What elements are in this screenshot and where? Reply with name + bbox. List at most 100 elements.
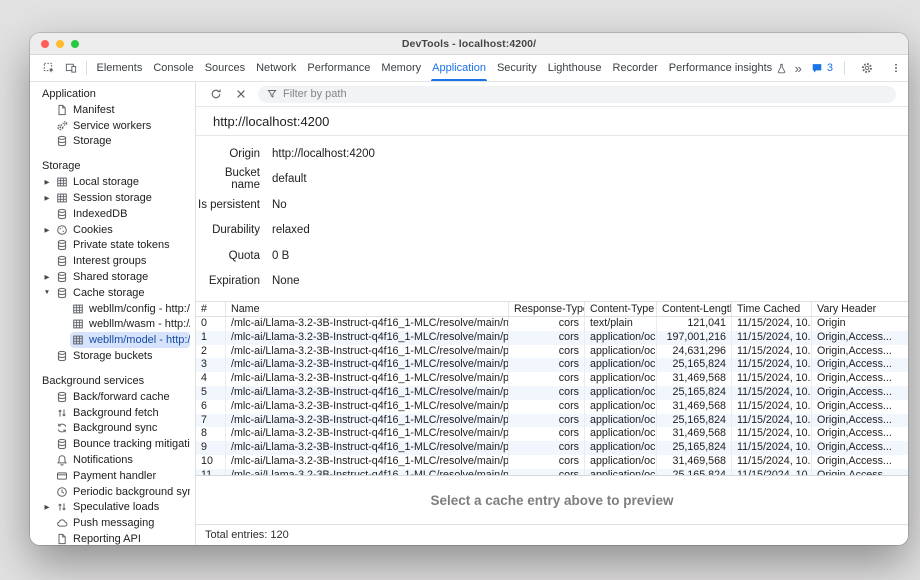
sidebar-item-periodic-background-sync[interactable]: Periodic background sync bbox=[54, 484, 190, 500]
sidebar-item-background-fetch[interactable]: Background fetch bbox=[54, 405, 190, 421]
sidebar-item-label: Cache storage bbox=[73, 287, 145, 299]
table-row[interactable]: 9/mlc-ai/Llama-3.2-3B-Instruct-q4f16_1-M… bbox=[196, 441, 908, 455]
titlebar: DevTools - localhost:4200/ bbox=[30, 33, 908, 55]
refresh-button[interactable] bbox=[208, 86, 224, 102]
settings-button[interactable] bbox=[856, 58, 878, 78]
chevron-right-icon[interactable]: ▶ bbox=[42, 194, 52, 202]
sidebar-item-cache-storage[interactable]: ▼Cache storage bbox=[54, 285, 190, 301]
cell-content-type: application/oc... bbox=[585, 345, 657, 359]
tab-memory[interactable]: Memory bbox=[376, 55, 427, 81]
sidebar-item-private-state-tokens[interactable]: Private state tokens bbox=[54, 238, 190, 254]
table-row[interactable]: 8/mlc-ai/Llama-3.2-3B-Instruct-q4f16_1-M… bbox=[196, 427, 908, 441]
tab-lighthouse[interactable]: Lighthouse bbox=[542, 55, 607, 81]
table-row[interactable]: 1/mlc-ai/Llama-3.2-3B-Instruct-q4f16_1-M… bbox=[196, 331, 908, 345]
sidebar-item-cookies[interactable]: ▶Cookies bbox=[54, 222, 190, 238]
sidebar-item-webllm-wasm-http-loca[interactable]: webllm/wasm - http://loca... bbox=[70, 317, 190, 333]
sidebar-item-storage-buckets[interactable]: Storage buckets bbox=[54, 348, 190, 364]
cell-name: /mlc-ai/Llama-3.2-3B-Instruct-q4f16_1-ML… bbox=[226, 455, 509, 469]
sidebar-item-webllm-config-http-loc[interactable]: webllm/config - http://loc... bbox=[70, 301, 190, 317]
zoom-window-button[interactable] bbox=[71, 40, 79, 48]
sidebar-item-back-forward-cache[interactable]: Back/forward cache bbox=[54, 389, 190, 405]
filter-input[interactable]: Filter by path bbox=[258, 86, 896, 103]
sidebar-item-speculative-loads[interactable]: ▶Speculative loads bbox=[54, 500, 190, 516]
sidebar-item-payment-handler[interactable]: Payment handler bbox=[54, 468, 190, 484]
sidebar-item-notifications[interactable]: Notifications bbox=[54, 452, 190, 468]
sidebar-item-service-workers[interactable]: Service workers bbox=[54, 118, 190, 134]
card-icon bbox=[56, 470, 68, 482]
sidebar-item-background-sync[interactable]: Background sync bbox=[54, 421, 190, 437]
tab-performance[interactable]: Performance bbox=[302, 55, 376, 81]
cell-content-length: 25,165,824 bbox=[657, 469, 732, 475]
table-row[interactable]: 2/mlc-ai/Llama-3.2-3B-Instruct-q4f16_1-M… bbox=[196, 345, 908, 359]
chevron-right-icon[interactable]: ▶ bbox=[42, 226, 52, 234]
traffic-lights bbox=[41, 40, 79, 48]
issues-button[interactable]: 3 bbox=[811, 62, 833, 74]
tab-application[interactable]: Application bbox=[427, 55, 492, 81]
sidebar-item-label: Speculative loads bbox=[73, 501, 159, 513]
device-toolbar-button[interactable] bbox=[60, 58, 82, 78]
sidebar-item-manifest[interactable]: Manifest bbox=[54, 102, 190, 118]
toolbar-separator bbox=[86, 61, 87, 75]
chevron-right-icon[interactable]: ▶ bbox=[42, 503, 52, 511]
sidebar-item-local-storage[interactable]: ▶Local storage bbox=[54, 174, 190, 190]
sidebar-item-reporting-api[interactable]: Reporting API bbox=[54, 531, 190, 545]
more-tabs-button[interactable]: » bbox=[793, 61, 804, 76]
table-row[interactable]: 5/mlc-ai/Llama-3.2-3B-Instruct-q4f16_1-M… bbox=[196, 386, 908, 400]
main-menu-button[interactable] bbox=[885, 58, 907, 78]
sidebar-item-session-storage[interactable]: ▶Session storage bbox=[54, 190, 190, 206]
sidebar-item-webllm-model-http-loc[interactable]: webllm/model - http://loc... bbox=[70, 332, 190, 348]
sidebar-item-push-messaging[interactable]: Push messaging bbox=[54, 515, 190, 531]
column-header-[interactable]: # bbox=[196, 302, 226, 316]
table-row[interactable]: 0/mlc-ai/Llama-3.2-3B-Instruct-q4f16_1-M… bbox=[196, 317, 908, 331]
meta-value: No bbox=[272, 199, 287, 211]
cell-time-cached: 11/15/2024, 10... bbox=[732, 414, 812, 428]
tab-elements[interactable]: Elements bbox=[91, 55, 148, 81]
meta-label: Expiration bbox=[196, 275, 260, 287]
sidebar-item-interest-groups[interactable]: Interest groups bbox=[54, 253, 190, 269]
gears-icon bbox=[56, 120, 68, 132]
column-header-time-cached[interactable]: Time Cached bbox=[732, 302, 812, 316]
cell-response-type: cors bbox=[509, 372, 585, 386]
table-row[interactable]: 3/mlc-ai/Llama-3.2-3B-Instruct-q4f16_1-M… bbox=[196, 358, 908, 372]
delete-selected-button[interactable] bbox=[233, 86, 249, 102]
column-header-name[interactable]: Name bbox=[226, 302, 509, 316]
column-header-content-type[interactable]: Content-Type bbox=[585, 302, 657, 316]
column-header-vary-header[interactable]: Vary Header bbox=[812, 302, 908, 316]
sidebar-item-label: Shared storage bbox=[73, 271, 148, 283]
table-row[interactable]: 11/mlc-ai/Llama-3.2-3B-Instruct-q4f16_1-… bbox=[196, 469, 908, 475]
table-row[interactable]: 6/mlc-ai/Llama-3.2-3B-Instruct-q4f16_1-M… bbox=[196, 400, 908, 414]
close-window-button[interactable] bbox=[41, 40, 49, 48]
chevron-down-icon[interactable]: ▼ bbox=[42, 289, 52, 296]
table-row[interactable]: 10/mlc-ai/Llama-3.2-3B-Instruct-q4f16_1-… bbox=[196, 455, 908, 469]
column-header-response-type[interactable]: Response-Type bbox=[509, 302, 585, 316]
database-icon bbox=[56, 255, 68, 267]
tab-security[interactable]: Security bbox=[491, 55, 542, 81]
sidebar-section-title: Background services bbox=[30, 373, 195, 389]
sidebar-item-label: Service workers bbox=[73, 120, 151, 132]
minimize-window-button[interactable] bbox=[56, 40, 64, 48]
sidebar-item-storage[interactable]: Storage bbox=[54, 134, 190, 150]
sidebar-section-storage: Storage▶Local storage▶Session storageInd… bbox=[30, 158, 195, 364]
cookie-icon bbox=[56, 224, 68, 236]
sidebar-item-bounce-tracking-mitigations[interactable]: Bounce tracking mitigations bbox=[54, 436, 190, 452]
table-row[interactable]: 4/mlc-ai/Llama-3.2-3B-Instruct-q4f16_1-M… bbox=[196, 372, 908, 386]
meta-label: Bucket name bbox=[196, 167, 260, 191]
chevron-right-icon[interactable]: ▶ bbox=[42, 178, 52, 186]
chevron-right-icon[interactable]: ▶ bbox=[42, 273, 52, 281]
sidebar-item-indexeddb[interactable]: IndexedDB bbox=[54, 206, 190, 222]
table-row[interactable]: 7/mlc-ai/Llama-3.2-3B-Instruct-q4f16_1-M… bbox=[196, 414, 908, 428]
inspect-element-button[interactable] bbox=[38, 58, 60, 78]
sidebar-item-label: Background fetch bbox=[73, 407, 159, 419]
column-header-content-length[interactable]: Content-Length bbox=[657, 302, 732, 316]
cell-name: /mlc-ai/Llama-3.2-3B-Instruct-q4f16_1-ML… bbox=[226, 414, 509, 428]
cell-content-type: application/oc... bbox=[585, 469, 657, 475]
tab-sources[interactable]: Sources bbox=[199, 55, 250, 81]
tab-recorder[interactable]: Recorder bbox=[607, 55, 663, 81]
tab-performance-insights[interactable]: Performance insights bbox=[663, 55, 792, 81]
database-icon bbox=[56, 135, 68, 147]
tab-console[interactable]: Console bbox=[148, 55, 199, 81]
sidebar-item-shared-storage[interactable]: ▶Shared storage bbox=[54, 269, 190, 285]
tab-network[interactable]: Network bbox=[251, 55, 302, 81]
flask-icon bbox=[776, 63, 787, 74]
panel-tabs: ElementsConsoleSourcesNetworkPerformance… bbox=[91, 55, 793, 81]
